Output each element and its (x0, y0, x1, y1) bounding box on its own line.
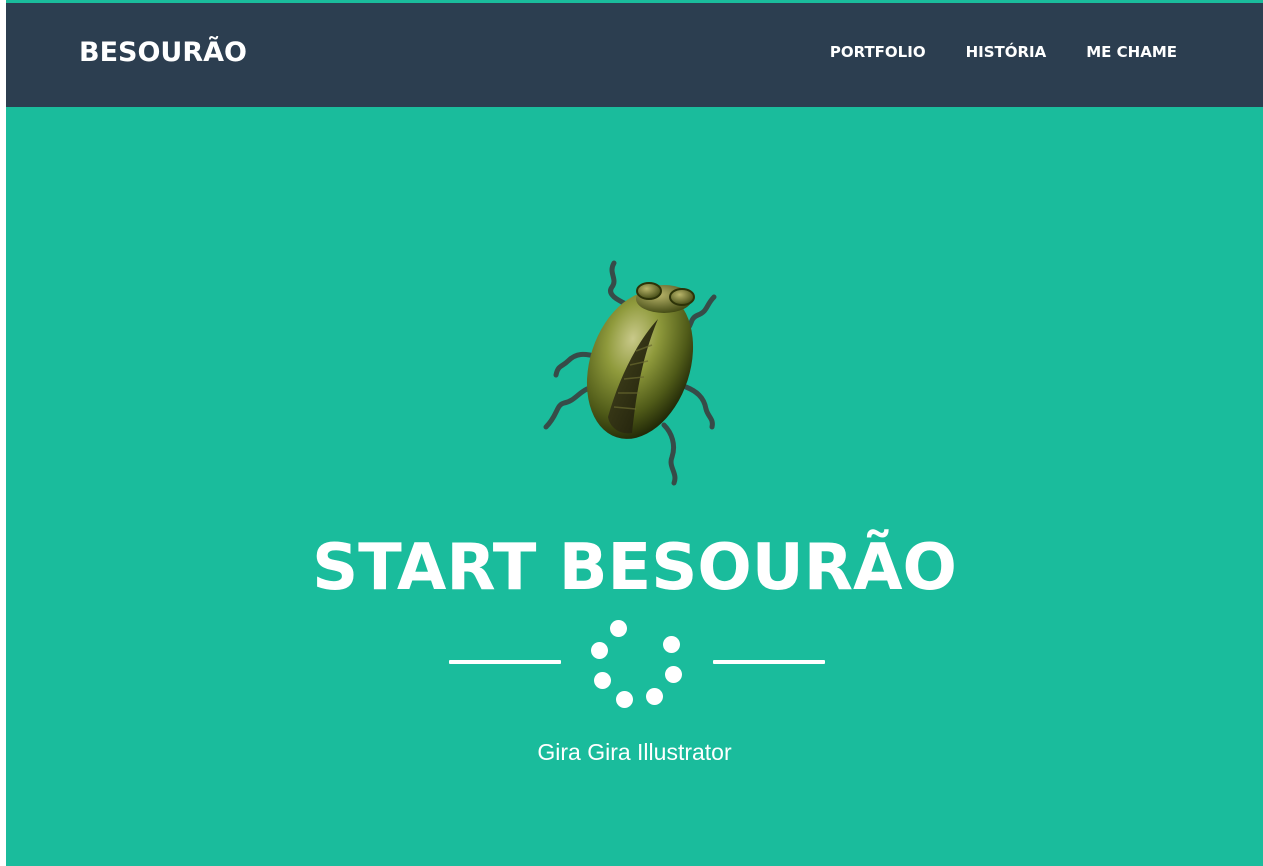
page-viewport: BESOURÃO PORTFOLIO HISTÓRIA ME CHAME STA… (6, 0, 1263, 866)
spinner-dot (610, 620, 627, 637)
spinner-dot (663, 636, 680, 653)
divider-line-right (713, 660, 825, 664)
spinner-dot (594, 672, 611, 689)
nav-link-portfolio[interactable]: PORTFOLIO (830, 43, 926, 61)
divider-line-left (449, 660, 561, 664)
masthead: START BESOURÃO Gira Gira Illustrator (6, 107, 1263, 866)
brand-link[interactable]: BESOURÃO (79, 37, 247, 68)
spinner-dot (591, 642, 608, 659)
spinner-dot (665, 666, 682, 683)
nav-link-me-chame[interactable]: ME CHAME (1086, 43, 1177, 61)
navbar: BESOURÃO PORTFOLIO HISTÓRIA ME CHAME (6, 3, 1263, 107)
nav-links: PORTFOLIO HISTÓRIA ME CHAME (790, 43, 1177, 61)
beetle-illustration (543, 260, 717, 486)
spinner-dot (616, 691, 633, 708)
hero-subtitle: Gira Gira Illustrator (537, 739, 732, 765)
nav-link-historia[interactable]: HISTÓRIA (966, 43, 1047, 61)
hero-title: START BESOURÃO (312, 531, 957, 605)
loading-spinner-icon (581, 612, 691, 712)
spinner-dot (646, 688, 663, 705)
